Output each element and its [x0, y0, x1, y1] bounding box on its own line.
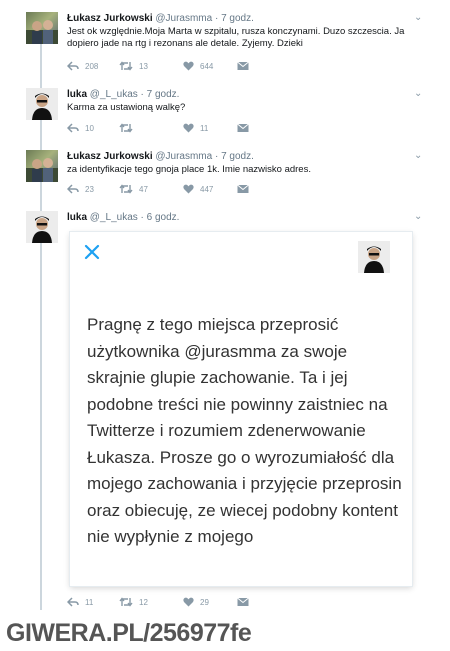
tweet-actions: 208 13 644 [67, 61, 267, 75]
author-handle[interactable]: @_L_ukas [90, 89, 138, 100]
avatar[interactable] [26, 12, 58, 44]
avatar[interactable] [26, 211, 58, 243]
retweet-count: 47 [139, 184, 148, 194]
retweet-count: 13 [139, 61, 148, 71]
message-button[interactable] [237, 123, 249, 133]
card-apology-text: Pragnę z tego miejsca przeprosić użytkow… [87, 315, 402, 546]
thread-line [40, 40, 42, 610]
tweet-actions: 11 12 29 [67, 597, 267, 611]
reply-count: 10 [85, 123, 94, 133]
tweet-header: Łukasz Jurkowski @Jurasmma · 7 godz. [67, 13, 254, 24]
heart-icon [183, 123, 194, 133]
envelope-icon [237, 597, 249, 606]
tweet-actions: 23 47 447 [67, 184, 267, 198]
close-icon[interactable] [84, 244, 100, 265]
reply-button[interactable]: 11 [67, 597, 93, 607]
reply-count: 11 [85, 597, 94, 607]
message-button[interactable] [237, 597, 249, 607]
retweet-button[interactable]: 47 [119, 184, 148, 194]
timestamp[interactable]: · 7 godz. [141, 89, 180, 100]
message-button[interactable] [237, 184, 249, 194]
heart-icon [183, 597, 194, 607]
like-count: 447 [200, 184, 214, 194]
reply-count: 23 [85, 184, 94, 194]
author-name[interactable]: Łukasz Jurkowski [67, 151, 153, 162]
envelope-icon [237, 123, 249, 132]
chevron-down-icon[interactable]: ⌄ [414, 88, 422, 99]
author-handle[interactable]: @_L_ukas [90, 212, 138, 223]
tweet-text: Jest ok względnie.Moja Marta w szpitalu,… [67, 26, 405, 49]
avatar[interactable] [26, 150, 58, 182]
message-button[interactable] [237, 61, 249, 71]
avatar [358, 241, 390, 273]
retweet-button[interactable]: 12 [119, 597, 148, 607]
watermark-id: 256977fe [149, 619, 252, 647]
reply-button[interactable]: 10 [67, 123, 94, 133]
chevron-down-icon[interactable]: ⌄ [414, 12, 422, 23]
timestamp[interactable]: · 6 godz. [141, 212, 180, 223]
like-button[interactable]: 11 [183, 123, 208, 133]
chevron-down-icon[interactable]: ⌄ [414, 211, 422, 222]
like-count: 11 [200, 123, 209, 133]
retweet-icon [119, 61, 133, 71]
like-button[interactable]: 644 [183, 61, 213, 71]
avatar[interactable] [26, 88, 58, 120]
timestamp[interactable]: · 7 godz. [215, 151, 254, 162]
tweet-text: za identyfikacje tego gnoja place 1k. Im… [67, 164, 311, 175]
retweet-icon [119, 184, 133, 194]
reply-count: 208 [85, 61, 99, 71]
tweet-header: Łukasz Jurkowski @Jurasmma · 7 godz. [67, 151, 254, 162]
author-name[interactable]: luka [67, 212, 87, 223]
retweet-icon [119, 123, 133, 133]
reply-icon [67, 597, 79, 607]
heart-icon [183, 184, 194, 194]
timestamp[interactable]: · 7 godz. [215, 13, 254, 24]
reply-icon [67, 184, 79, 194]
author-handle[interactable]: @Jurasmma [155, 13, 212, 24]
retweet-count: 12 [139, 597, 148, 607]
heart-icon [183, 61, 194, 71]
like-count: 29 [200, 597, 209, 607]
reply-icon [67, 61, 79, 71]
reply-icon [67, 123, 79, 133]
retweet-button[interactable]: 13 [119, 61, 148, 71]
retweet-button[interactable] [119, 123, 139, 133]
like-button[interactable]: 29 [183, 597, 209, 607]
author-name[interactable]: luka [67, 89, 87, 100]
chevron-down-icon[interactable]: ⌄ [414, 150, 422, 161]
retweet-icon [119, 597, 133, 607]
watermark-site: GIWERA.PL/ [6, 619, 150, 647]
envelope-icon [237, 61, 249, 70]
tweet-actions: 10 11 [67, 123, 267, 137]
author-name[interactable]: Łukasz Jurkowski [67, 13, 153, 24]
envelope-icon [237, 184, 249, 193]
like-count: 644 [200, 61, 214, 71]
reply-button[interactable]: 208 [67, 61, 98, 71]
tweet-header: luka @_L_ukas · 6 godz. [67, 212, 179, 223]
site-watermark: GIWERA.PL/256977fe [6, 619, 252, 648]
author-handle[interactable]: @Jurasmma [155, 151, 212, 162]
like-button[interactable]: 447 [183, 184, 213, 194]
reply-button[interactable]: 23 [67, 184, 94, 194]
attached-image-card[interactable]: Pragnę z tego miejsca przeprosić użytkow… [70, 232, 412, 586]
tweet-text: Karma za ustawioną walkę? [67, 102, 186, 113]
tweet-header: luka @_L_ukas · 7 godz. [67, 89, 179, 100]
